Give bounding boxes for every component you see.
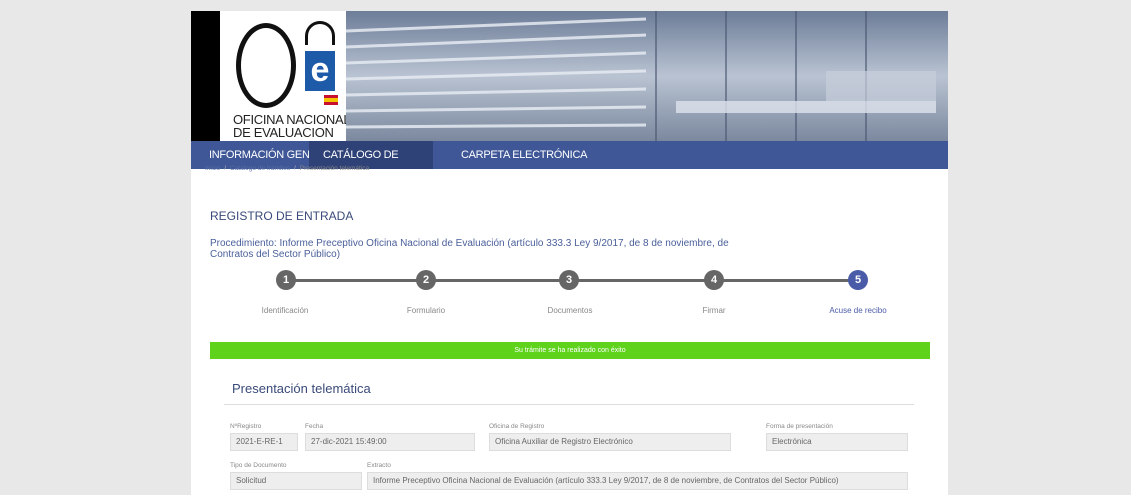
field-oficina: Oficina Auxiliar de Registro Electrónico [489,433,731,451]
procedure-text: Procedimiento: Informe Preceptivo Oficin… [210,238,729,260]
label-fecha: Fecha [305,423,324,430]
page-title: REGISTRO DE ENTRADA [210,209,354,223]
step-2: 2 [416,270,436,290]
section-divider [224,404,914,405]
breadcrumb-catalog[interactable]: Catálogo de trámites [230,165,290,172]
field-forma: Electrónica [766,433,908,451]
logo-n-shape [305,21,335,45]
step-label-4: Firmar [702,306,726,315]
label-oficina: Oficina de Registro [489,423,545,430]
logo-text: OFICINA NACIONAL DE EVALUACION [233,113,351,140]
step-4: 4 [704,270,724,290]
field-tipo: Solicitud [230,472,362,490]
field-registro: 2021-E-RE-1 [230,433,298,451]
logo-text-line2: DE EVALUACION [233,125,334,140]
section-title: Presentación telemática [232,381,371,396]
step-label-5: Acuse de recibo [829,306,887,315]
office-blinds-image [346,11,948,141]
step-3: 3 [559,270,579,290]
step-5: 5 [848,270,868,290]
label-registro: NºRegistro [230,423,262,430]
field-extracto: Informe Preceptivo Oficina Nacional de E… [367,472,908,490]
spain-flag-icon [324,95,338,105]
field-fecha: 27-dic-2021 15:49:00 [305,433,475,451]
success-banner: Su trámite se ha realizado con éxito [210,342,930,359]
logo-o-shape [236,23,296,108]
label-forma: Forma de presentación [766,423,833,430]
nav-carpeta-electronica[interactable]: CARPETA ELECTRÓNICA [447,141,601,169]
step-label-3: Documentos [547,306,593,315]
label-extracto: Extracto [367,462,391,469]
breadcrumb-current: Presentación telemática [299,165,370,172]
step-label-2: Formulario [406,306,446,315]
logo-e-badge: e [305,51,335,91]
header-banner: e OFICINA NACIONAL DE EVALUACION [191,11,948,141]
step-1: 1 [276,270,296,290]
breadcrumb: Inicio / Catálogo de trámites / Presentación… [205,165,370,172]
banner-black-bar [191,11,220,141]
label-tipo: Tipo de Documento [230,462,287,469]
step-label-1: Identificación [261,306,309,315]
breadcrumb-home[interactable]: Inicio [205,165,220,172]
